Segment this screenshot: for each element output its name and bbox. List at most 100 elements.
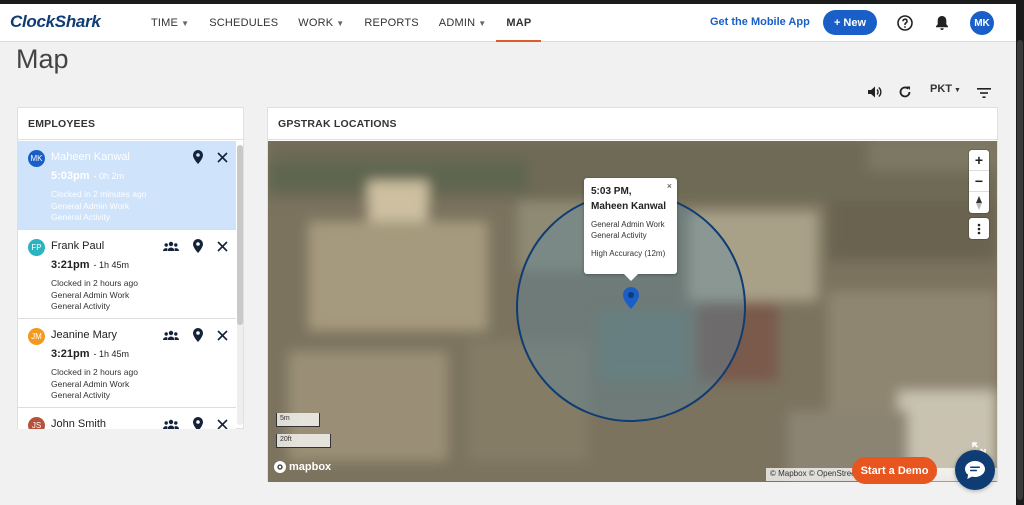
- nav-reports-label: REPORTS: [364, 17, 419, 29]
- nav-map-label: MAP: [506, 17, 532, 29]
- nav-schedules-label: SCHEDULES: [209, 17, 279, 29]
- duration: - 0h 2m: [93, 171, 125, 181]
- refresh-icon[interactable]: [896, 83, 914, 101]
- close-icon[interactable]: [214, 149, 230, 165]
- clocked-status: Clocked in 2 hours ago: [51, 278, 138, 288]
- employee-name: Maheen Kanwal: [51, 151, 130, 163]
- popup-activity: General Activity: [591, 231, 647, 240]
- location-pin-icon[interactable]: [190, 416, 206, 429]
- close-icon[interactable]: [214, 327, 230, 343]
- employee-meta: Clocked in 2 hours ago General Admin Wor…: [51, 367, 138, 402]
- location-pin-icon[interactable]: [190, 238, 206, 254]
- avatar: JS: [28, 417, 45, 429]
- filter-icon[interactable]: [975, 84, 993, 102]
- job-name: General Admin Work: [51, 289, 130, 300]
- employee-name: John Smith: [51, 418, 107, 429]
- window-scrollbar[interactable]: [1016, 0, 1024, 505]
- compass-icon: [976, 195, 982, 210]
- zoom-controls: + −: [969, 150, 989, 213]
- avatar: FP: [28, 239, 45, 256]
- activity-name: General Activity: [51, 390, 111, 400]
- nav-menu: TIME ▼ SCHEDULES WORK ▼ REPORTS ADMIN ▼ MAP: [141, 4, 542, 42]
- get-mobile-app-link[interactable]: Get the Mobile App: [710, 16, 810, 28]
- clock-in-time: 3:21pm: [51, 348, 90, 360]
- chevron-down-icon: ▼: [954, 87, 961, 94]
- job-name: General Admin Work: [51, 200, 130, 211]
- more-options-button[interactable]: [969, 218, 989, 239]
- location-pin-icon[interactable]: [190, 149, 206, 165]
- duration: - 1h 45m: [93, 260, 130, 270]
- zoom-in-button[interactable]: +: [969, 150, 989, 171]
- crew-icon[interactable]: [163, 238, 179, 254]
- employee-time: 5:03pm - 0h 2m: [51, 170, 124, 182]
- close-icon[interactable]: [214, 416, 230, 429]
- brand-logo[interactable]: ClockShark: [10, 12, 101, 32]
- nav-time[interactable]: TIME ▼: [141, 4, 199, 42]
- nav-map[interactable]: MAP: [496, 4, 542, 42]
- nav-time-label: TIME: [151, 17, 179, 29]
- nav-schedules[interactable]: SCHEDULES: [199, 4, 288, 42]
- chat-icon: [965, 461, 985, 479]
- crew-icon[interactable]: [163, 416, 179, 429]
- scrollbar-thumb[interactable]: [1017, 40, 1023, 500]
- page-title: Map: [16, 44, 69, 74]
- compass-button[interactable]: [969, 192, 989, 213]
- mapbox-logo[interactable]: mapbox: [274, 461, 331, 473]
- job-name: General Admin Work: [51, 378, 130, 389]
- popup-employee-name: Maheen Kanwal: [591, 201, 667, 212]
- employee-meta: Clocked in 2 hours ago General Admin Wor…: [51, 278, 138, 313]
- timezone-select[interactable]: PKT ▼: [930, 83, 961, 95]
- top-nav: ClockShark TIME ▼ SCHEDULES WORK ▼ REPORTS…: [0, 4, 1016, 42]
- scrollbar-thumb[interactable]: [237, 145, 243, 325]
- help-icon[interactable]: [896, 14, 914, 32]
- scale-bar-meters: 5m: [276, 413, 320, 427]
- crew-icon[interactable]: [163, 327, 179, 343]
- employee-list-scrollbar[interactable]: [237, 145, 243, 425]
- clock-in-time: 3:21pm: [51, 259, 90, 271]
- employee-item-john-smith[interactable]: JS John Smith: [18, 408, 236, 429]
- sound-icon[interactable]: [865, 83, 883, 101]
- popup-job: General Admin Work: [591, 220, 665, 229]
- popup-time: 5:03 PM,: [591, 186, 632, 197]
- employee-item-frank-paul[interactable]: FP Frank Paul 3:21pm - 1h 45m Clocked in …: [18, 230, 236, 319]
- clocked-status: Clocked in 2 minutes ago: [51, 189, 147, 199]
- satellite-map[interactable]: × 5:03 PM, Maheen Kanwal General Admin W…: [268, 141, 997, 482]
- avatar: JM: [28, 328, 45, 345]
- location-pin-icon[interactable]: [190, 327, 206, 343]
- employee-list: MK Maheen Kanwal 5:03pm - 0h 2m Clocked i…: [18, 141, 236, 429]
- clocked-status: Clocked in 2 hours ago: [51, 367, 138, 377]
- clock-in-time: 5:03pm: [51, 170, 90, 182]
- activity-name: General Activity: [51, 212, 111, 222]
- nav-work[interactable]: WORK ▼: [288, 4, 354, 42]
- employee-time: 3:21pm - 1h 45m: [51, 348, 129, 360]
- chevron-down-icon: ▼: [181, 18, 190, 28]
- duration: - 1h 45m: [93, 349, 130, 359]
- employees-header: EMPLOYEES: [18, 108, 243, 140]
- gpstrak-header: GPSTRAK LOCATIONS: [268, 108, 997, 140]
- gpstrak-panel: GPSTRAK LOCATIONS × 5:03 PM, Maheen Kanw…: [267, 107, 998, 482]
- start-demo-button[interactable]: Start a Demo: [852, 457, 937, 484]
- close-icon[interactable]: [214, 238, 230, 254]
- popup-accuracy: High Accuracy (12m): [591, 249, 666, 258]
- nav-admin-label: ADMIN: [438, 17, 476, 29]
- scale-bar-feet: 20ft: [276, 434, 331, 448]
- timezone-label: PKT: [930, 83, 952, 95]
- nav-admin[interactable]: ADMIN ▼: [429, 4, 497, 42]
- nav-reports[interactable]: REPORTS: [354, 4, 428, 42]
- chat-button[interactable]: [955, 450, 995, 490]
- new-button[interactable]: + New: [823, 10, 877, 35]
- app-window: ClockShark TIME ▼ SCHEDULES WORK ▼ REPORTS…: [0, 4, 1016, 505]
- employee-name: Jeanine Mary: [51, 329, 118, 341]
- user-avatar[interactable]: MK: [970, 11, 994, 35]
- nav-work-label: WORK: [298, 17, 334, 29]
- map-menu-control: [969, 218, 989, 239]
- employee-item-maheen-kanwal[interactable]: MK Maheen Kanwal 5:03pm - 0h 2m Clocked i…: [18, 141, 236, 230]
- bell-icon[interactable]: [933, 14, 951, 32]
- mapbox-logo-text: mapbox: [289, 461, 332, 473]
- chevron-down-icon: ▼: [336, 18, 345, 28]
- employee-time: 3:21pm - 1h 45m: [51, 259, 129, 271]
- zoom-out-button[interactable]: −: [969, 171, 989, 192]
- employee-item-jeanine-mary[interactable]: JM Jeanine Mary 3:21pm - 1h 45m Clocked i…: [18, 319, 236, 408]
- avatar: MK: [28, 150, 45, 167]
- popup-close-button[interactable]: ×: [667, 181, 672, 191]
